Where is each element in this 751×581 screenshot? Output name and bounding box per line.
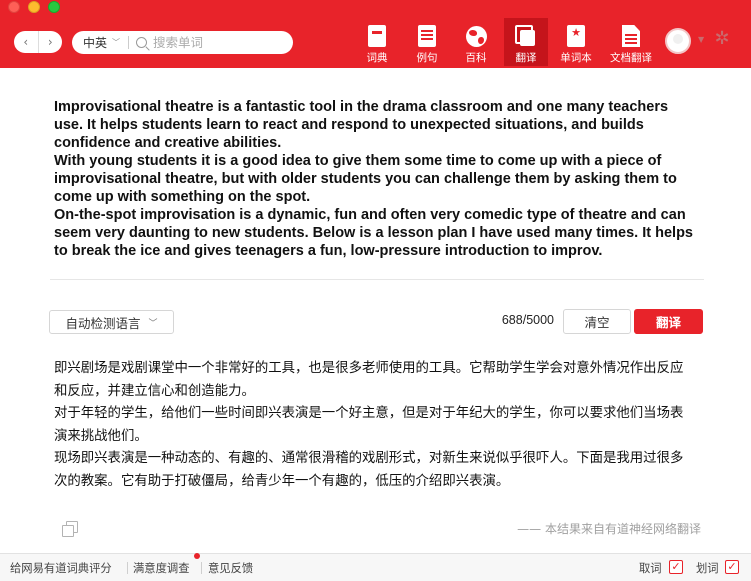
translation-result: 即兴剧场是戏剧课堂中一个非常好的工具，也是很多老师使用的工具。它帮助学生学会对意… (54, 358, 694, 493)
bookmark-icon (567, 25, 585, 47)
tab-document-translate[interactable]: 文档翻译 (606, 18, 656, 66)
tab-label: 文档翻译 (610, 52, 652, 64)
globe-icon (465, 26, 487, 47)
translate-button[interactable]: 翻译 (634, 309, 703, 334)
gear-icon[interactable]: ✲ (713, 30, 731, 48)
avatar[interactable] (665, 28, 691, 54)
source-paragraph: With young students it is a good idea to… (54, 153, 677, 205)
tab-wordbook[interactable]: 单词本 (556, 18, 596, 66)
translation-source-note: —— 本结果来自有道神经网络翻译 (517, 522, 701, 536)
tab-label: 词典 (366, 52, 388, 64)
result-paragraph: 即兴剧场是戏剧课堂中一个非常好的工具，也是很多老师使用的工具。它帮助学生学会对意… (54, 361, 684, 399)
copy-icon[interactable] (62, 521, 78, 537)
main-toolbar: 词典 例句 百科 翻译 单词本 文档翻译 (0, 18, 751, 66)
window-minimize-button[interactable] (28, 1, 40, 13)
char-count: 688/5000 (501, 313, 554, 327)
document-icon (622, 25, 640, 47)
select-word-checkbox[interactable]: ✓ (725, 560, 739, 574)
tab-examples[interactable]: 例句 (410, 18, 444, 66)
source-paragraph: Improvisational theatre is a fantastic t… (54, 99, 669, 151)
select-word-label: 划词 (696, 562, 719, 575)
source-paragraph: On-the-spot improvisation is a dynamic, … (54, 207, 693, 259)
divider (201, 562, 202, 574)
result-paragraph: 对于年轻的学生，给他们一些时间即兴表演是一个好主意，但是对于年纪大的学生，你可以… (54, 406, 684, 444)
divider (127, 562, 128, 574)
divider (50, 279, 704, 280)
feedback-link[interactable]: 意见反馈 (208, 560, 253, 576)
book-icon (368, 25, 386, 47)
survey-link[interactable]: 满意度调查 (133, 560, 190, 576)
pick-word-checkbox[interactable]: ✓ (669, 560, 683, 574)
tab-label: 单词本 (560, 52, 592, 64)
cards-icon (515, 25, 537, 47)
tab-label: 例句 (416, 52, 438, 64)
status-bar: 给网易有道词典评分 满意度调查 意见反馈 取词 ✓ 划词 ✓ (0, 553, 751, 581)
result-paragraph: 现场即兴表演是一种动态的、有趣的、通常很滑稽的戏剧形式，对新生来说似乎很吓人。下… (54, 451, 684, 489)
source-language-label: 自动检测语言 (65, 315, 141, 331)
list-icon (418, 25, 436, 47)
tab-encyclopedia[interactable]: 百科 (459, 18, 493, 66)
window-close-button[interactable] (8, 1, 20, 13)
tab-dictionary[interactable]: 词典 (360, 18, 394, 66)
window-maximize-button[interactable] (48, 1, 60, 13)
source-language-select[interactable]: 自动检测语言 ﹀ (49, 310, 174, 334)
title-bar: ‹ › 中英 ﹀ 词典 例句 百科 翻译 单词本 (0, 0, 751, 68)
clear-button[interactable]: 清空 (563, 309, 631, 334)
source-text-area[interactable]: Improvisational theatre is a fantastic t… (54, 98, 694, 260)
tab-translate[interactable]: 翻译 (504, 18, 548, 66)
notification-dot (194, 553, 200, 559)
tab-label: 百科 (465, 52, 487, 64)
pick-word-label: 取词 (639, 562, 662, 575)
chevron-down-icon[interactable]: ▼ (698, 35, 704, 44)
rate-app-link[interactable]: 给网易有道词典评分 (10, 560, 112, 576)
chevron-down-icon: ﹀ (148, 318, 158, 329)
tab-label: 翻译 (515, 52, 537, 64)
